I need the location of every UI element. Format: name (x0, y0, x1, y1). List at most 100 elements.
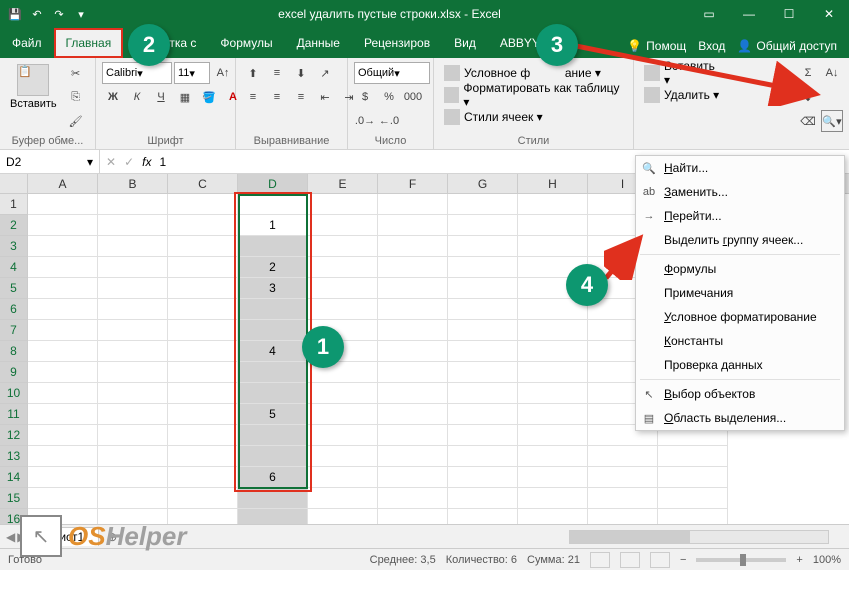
cell[interactable] (378, 383, 448, 404)
select-all-corner[interactable] (0, 174, 28, 193)
cell[interactable]: 5 (238, 404, 308, 425)
cell[interactable] (28, 362, 98, 383)
col-header-H[interactable]: H (518, 174, 588, 193)
cell[interactable] (238, 194, 308, 215)
fill-icon[interactable]: ⬇ (797, 86, 819, 108)
cell[interactable] (378, 446, 448, 467)
row-header[interactable]: 13 (0, 446, 28, 467)
italic-button[interactable]: К (126, 86, 148, 108)
cell[interactable] (238, 362, 308, 383)
cell[interactable] (378, 488, 448, 509)
cell[interactable] (28, 341, 98, 362)
cell[interactable] (28, 299, 98, 320)
menu-replace[interactable]: abЗаменить... (636, 180, 844, 204)
view-normal-icon[interactable] (590, 552, 610, 568)
cell[interactable] (518, 362, 588, 383)
cell[interactable] (308, 509, 378, 524)
cell[interactable] (28, 257, 98, 278)
cell[interactable] (378, 467, 448, 488)
cell[interactable] (168, 488, 238, 509)
cell[interactable] (308, 194, 378, 215)
row-header[interactable]: 10 (0, 383, 28, 404)
format-painter-icon[interactable]: 🖌 (65, 110, 87, 132)
cell[interactable] (378, 194, 448, 215)
row-header[interactable]: 7 (0, 320, 28, 341)
cell[interactable] (448, 362, 518, 383)
qat-more-icon[interactable]: ▾ (72, 5, 90, 23)
cell[interactable] (238, 425, 308, 446)
view-layout-icon[interactable] (620, 552, 640, 568)
align-bottom-icon[interactable]: ⬇ (290, 62, 312, 84)
ribbon-options-icon[interactable]: ▭ (689, 0, 729, 28)
cell[interactable] (98, 299, 168, 320)
paste-button[interactable]: 📋 Вставить (6, 62, 61, 112)
border-icon[interactable]: ▦ (174, 86, 196, 108)
share-button[interactable]: 👤 Общий доступ (737, 39, 837, 53)
dec-decimal-icon[interactable]: ←.0 (378, 110, 400, 132)
cell[interactable] (308, 215, 378, 236)
align-right-icon[interactable]: ≡ (290, 86, 312, 108)
cell[interactable] (588, 509, 658, 524)
align-top-icon[interactable]: ⬆ (242, 62, 264, 84)
cell[interactable] (378, 257, 448, 278)
undo-icon[interactable]: ↶ (28, 5, 46, 23)
align-middle-icon[interactable]: ≡ (266, 62, 288, 84)
cell[interactable] (518, 488, 588, 509)
cell[interactable] (448, 488, 518, 509)
cell[interactable] (238, 488, 308, 509)
minimize-button[interactable]: — (729, 0, 769, 28)
cell[interactable] (98, 446, 168, 467)
cell[interactable] (308, 488, 378, 509)
cell[interactable] (168, 257, 238, 278)
cell[interactable] (448, 425, 518, 446)
row-header[interactable]: 9 (0, 362, 28, 383)
menu-cond-fmt[interactable]: Условное форматирование (636, 305, 844, 329)
cell[interactable] (378, 299, 448, 320)
cell[interactable] (308, 383, 378, 404)
cell[interactable]: 2 (238, 257, 308, 278)
cell[interactable] (238, 509, 308, 524)
redo-icon[interactable]: ↷ (50, 5, 68, 23)
tab-file[interactable]: Файл (0, 28, 54, 58)
row-header[interactable]: 11 (0, 404, 28, 425)
menu-goto-special[interactable]: Выделить группу ячеек... (636, 228, 844, 252)
col-header-D[interactable]: D (238, 174, 308, 193)
col-header-C[interactable]: C (168, 174, 238, 193)
currency-icon[interactable]: $ (354, 86, 376, 108)
cell[interactable] (168, 467, 238, 488)
cell[interactable] (98, 341, 168, 362)
cell[interactable] (518, 236, 588, 257)
sheet-prev-icon[interactable]: ◀ (6, 530, 15, 544)
cell[interactable] (448, 215, 518, 236)
cell[interactable] (448, 509, 518, 524)
cell[interactable] (238, 299, 308, 320)
close-button[interactable]: ✕ (809, 0, 849, 28)
cell[interactable]: 4 (238, 341, 308, 362)
grow-font-icon[interactable]: A↑ (212, 62, 234, 84)
cell[interactable] (98, 362, 168, 383)
sort-filter-icon[interactable]: A↓ (821, 62, 843, 84)
cell[interactable]: 1 (238, 215, 308, 236)
cell[interactable] (28, 404, 98, 425)
cell[interactable] (308, 404, 378, 425)
cell[interactable] (448, 257, 518, 278)
horizontal-scrollbar[interactable] (569, 529, 849, 545)
font-name-select[interactable]: Calibri ▾ (102, 62, 172, 84)
cut-icon[interactable]: ✂ (65, 62, 87, 84)
cell[interactable] (168, 362, 238, 383)
fx-icon[interactable]: fx (142, 155, 151, 169)
col-header-A[interactable]: A (28, 174, 98, 193)
cell[interactable] (238, 446, 308, 467)
maximize-button[interactable]: ☐ (769, 0, 809, 28)
cell[interactable] (378, 236, 448, 257)
cell[interactable] (168, 383, 238, 404)
cell[interactable] (448, 320, 518, 341)
tab-home[interactable]: Главная (54, 28, 124, 58)
cell[interactable] (658, 488, 728, 509)
inc-decimal-icon[interactable]: .0→ (354, 110, 376, 132)
cell[interactable] (168, 446, 238, 467)
autosum-icon[interactable]: Σ (797, 62, 819, 84)
delete-cells-button[interactable]: Удалить ▾ (640, 84, 723, 106)
cell[interactable] (98, 383, 168, 404)
cell[interactable] (518, 509, 588, 524)
